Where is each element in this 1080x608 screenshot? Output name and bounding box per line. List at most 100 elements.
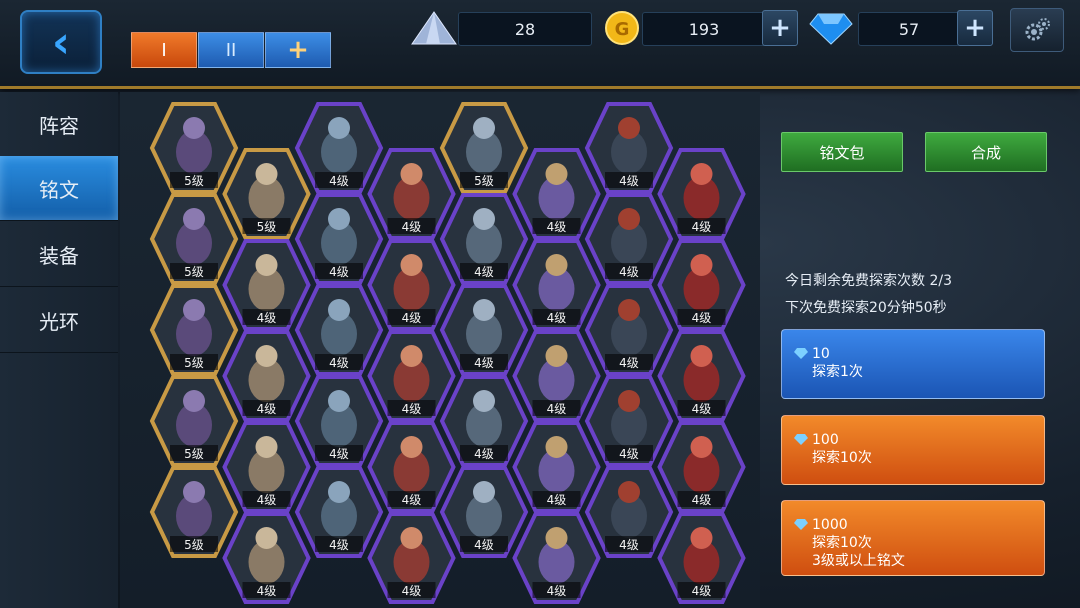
explore-label: 探索10次 <box>812 450 872 466</box>
rune-hex-hooded-mage[interactable]: 5级 <box>149 375 239 467</box>
diamond-icon <box>794 434 808 445</box>
horse-rider-head-icon <box>618 299 640 321</box>
rune-level: 4级 <box>474 265 494 279</box>
rune-hex-armored-knight[interactable]: 4级 <box>439 375 529 467</box>
explore-1x-button[interactable]: 10 探索1次 <box>781 329 1045 399</box>
red-knight-head-icon <box>690 436 713 458</box>
ninja-head-icon <box>545 436 568 458</box>
sidebar-item-aura[interactable]: 光环 <box>0 288 118 353</box>
rune-level: 4级 <box>692 402 712 416</box>
add-page-button[interactable]: + <box>265 32 331 68</box>
rune-level: 4级 <box>474 447 494 461</box>
rune-level: 5级 <box>184 356 204 370</box>
rune-hex-beast-rider[interactable]: 4级 <box>294 375 384 467</box>
rune-hex-ninja[interactable]: 4级 <box>512 512 601 604</box>
rune-hex-brawler[interactable]: 4级 <box>367 239 456 331</box>
rune-level: 4级 <box>402 584 422 598</box>
rune-hex-winged-warrior[interactable]: 5级 <box>222 148 311 240</box>
hooded-mage-head-icon <box>183 390 205 412</box>
diamond-icon <box>794 348 808 359</box>
rune-hex-horse-rider[interactable]: 4级 <box>584 102 674 194</box>
rune-hex-brawler[interactable]: 4级 <box>367 512 456 604</box>
rune-hex-ninja[interactable]: 4级 <box>512 239 601 331</box>
rune-hex-armored-knight[interactable]: 4级 <box>439 193 529 285</box>
rune-hex-armored-knight[interactable]: 5级 <box>439 102 529 194</box>
rune-hex-ninja[interactable]: 4级 <box>512 148 601 240</box>
combine-button[interactable]: 合成 <box>925 132 1047 172</box>
back-button[interactable]: ‹ <box>20 10 102 74</box>
rune-level: 4级 <box>257 493 277 507</box>
rune-hex-horse-rider[interactable]: 4级 <box>584 466 674 558</box>
rune-hex-winged-warrior[interactable]: 4级 <box>222 330 311 422</box>
rune-level: 4级 <box>547 220 567 234</box>
winged-warrior-head-icon <box>255 163 278 185</box>
explore-10x-button[interactable]: 100 探索10次 <box>781 415 1045 485</box>
gear-icon <box>1025 18 1050 41</box>
beast-rider-head-icon <box>328 299 350 321</box>
rune-level: 5级 <box>184 447 204 461</box>
brawler-head-icon <box>400 254 423 276</box>
sidebar-item-runes[interactable]: 铭文 <box>0 156 118 221</box>
explore-label-sub: 3级或以上铭文 <box>812 553 905 569</box>
rune-hex-beast-rider[interactable]: 4级 <box>294 466 384 558</box>
rune-hex-red-knight[interactable]: 4级 <box>657 421 746 513</box>
rune-hex-hooded-mage[interactable]: 5级 <box>149 102 239 194</box>
explore-label: 探索10次 3级或以上铭文 <box>812 534 905 570</box>
ninja-head-icon <box>545 345 568 367</box>
rune-hex-horse-rider[interactable]: 4级 <box>584 193 674 285</box>
rune-level: 5级 <box>474 174 494 188</box>
rune-hex-red-knight[interactable]: 4级 <box>657 148 746 240</box>
armored-knight-head-icon <box>473 481 495 503</box>
rune-level: 4级 <box>402 220 422 234</box>
tab-page-1[interactable]: I <box>131 32 197 68</box>
rune-level: 4级 <box>329 356 349 370</box>
brawler-head-icon <box>400 345 423 367</box>
rune-hex-ninja[interactable]: 4级 <box>512 421 601 513</box>
rune-level: 4级 <box>329 538 349 552</box>
hooded-mage-head-icon <box>183 117 205 139</box>
rune-hex-beast-rider[interactable]: 4级 <box>294 193 384 285</box>
rune-hex-winged-warrior[interactable]: 4级 <box>222 239 311 331</box>
rune-hex-ninja[interactable]: 4级 <box>512 330 601 422</box>
beast-rider-head-icon <box>328 117 350 139</box>
rune-hex-brawler[interactable]: 4级 <box>367 330 456 422</box>
horse-rider-head-icon <box>618 481 640 503</box>
sidebar-item-equipment[interactable]: 装备 <box>0 222 118 287</box>
rune-hex-hooded-mage[interactable]: 5级 <box>149 466 239 558</box>
hooded-mage-head-icon <box>183 208 205 230</box>
beast-rider-head-icon <box>328 481 350 503</box>
add-gold-button[interactable]: + <box>762 10 798 46</box>
rune-level: 4级 <box>692 584 712 598</box>
rune-hex-armored-knight[interactable]: 4级 <box>439 466 529 558</box>
armored-knight-head-icon <box>473 299 495 321</box>
next-free-timer: 下次免费探索20分钟50秒 <box>785 300 947 316</box>
rune-hex-winged-warrior[interactable]: 4级 <box>222 512 311 604</box>
settings-button[interactable] <box>1010 8 1064 52</box>
rune-hex-beast-rider[interactable]: 4级 <box>294 102 384 194</box>
armored-knight-head-icon <box>473 390 495 412</box>
rune-hex-hooded-mage[interactable]: 5级 <box>149 193 239 285</box>
rune-hex-armored-knight[interactable]: 4级 <box>439 284 529 376</box>
rune-hex-horse-rider[interactable]: 4级 <box>584 375 674 467</box>
rune-level: 4级 <box>402 493 422 507</box>
rune-hex-red-knight[interactable]: 4级 <box>657 239 746 331</box>
diamond-icon <box>794 519 808 530</box>
rune-hex-brawler[interactable]: 4级 <box>367 421 456 513</box>
rune-hex-beast-rider[interactable]: 4级 <box>294 284 384 376</box>
rune-hex-winged-warrior[interactable]: 4级 <box>222 421 311 513</box>
horse-rider-head-icon <box>618 117 640 139</box>
rune-hex-red-knight[interactable]: 4级 <box>657 512 746 604</box>
rune-level: 4级 <box>329 174 349 188</box>
rune-pack-button[interactable]: 铭文包 <box>781 132 903 172</box>
add-diamond-button[interactable]: + <box>957 10 993 46</box>
armored-knight-head-icon <box>473 208 495 230</box>
rune-hex-horse-rider[interactable]: 4级 <box>584 284 674 376</box>
explore-10x-premium-button[interactable]: 1000 探索10次 3级或以上铭文 <box>781 500 1045 576</box>
tab-page-2[interactable]: II <box>198 32 264 68</box>
rune-level: 4级 <box>474 538 494 552</box>
sidebar-item-lineup[interactable]: 阵容 <box>0 92 118 157</box>
rune-hex-red-knight[interactable]: 4级 <box>657 330 746 422</box>
rune-hex-hooded-mage[interactable]: 5级 <box>149 284 239 376</box>
rune-hex-brawler[interactable]: 4级 <box>367 148 456 240</box>
rune-level: 4级 <box>257 311 277 325</box>
